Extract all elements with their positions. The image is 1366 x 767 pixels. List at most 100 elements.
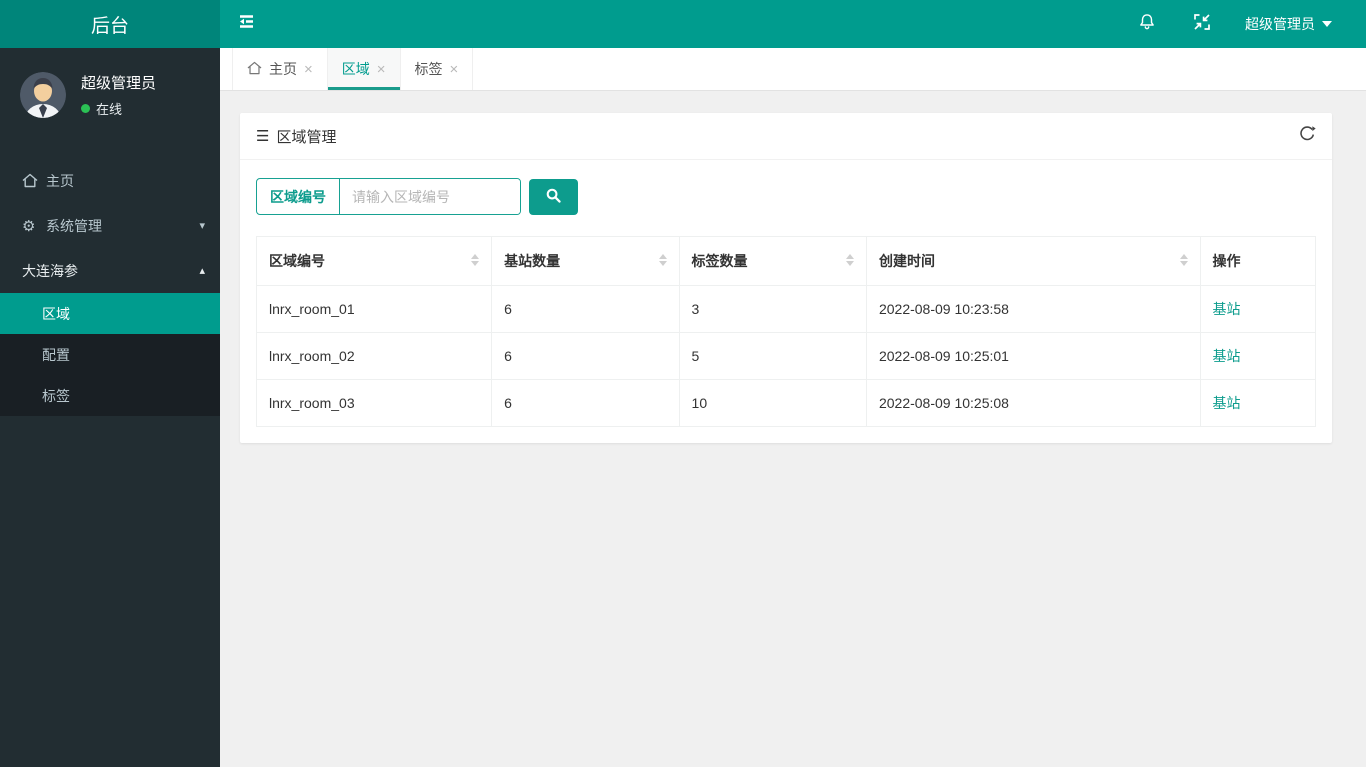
panel-title: 区域管理: [276, 128, 337, 146]
tab-label: 主页: [269, 61, 297, 77]
search-button[interactable]: [529, 178, 578, 215]
sidebar-item-label: 主页: [46, 172, 74, 189]
column-label: 操作: [1212, 253, 1241, 269]
sidebar-item-label: 配置: [42, 346, 70, 363]
regions-table: 区域编号 基站数量 标签数量 创建时间 操作 lnrx_room_01 6 3 …: [255, 236, 1317, 427]
search-field-label: 区域编号: [257, 179, 340, 214]
user-menu-label: 超级管理员: [1245, 16, 1315, 32]
user-name: 超级管理员: [81, 75, 157, 92]
sort-icon[interactable]: [1179, 254, 1188, 266]
sort-icon[interactable]: [658, 254, 667, 266]
sidebar-menu: 主页 ⚙ 系统管理 ▾ 大连海参 ▴ 区域 配置 标签: [0, 158, 220, 416]
column-label: 区域编号: [269, 253, 325, 269]
outdent-icon: [237, 12, 256, 36]
column-header-base-stations[interactable]: 基站数量: [491, 236, 680, 286]
sidebar-submenu: 区域 配置 标签: [0, 293, 220, 416]
sidebar-item-home[interactable]: 主页: [0, 158, 220, 203]
cell-created-at: 2022-08-09 10:25:08: [865, 379, 1201, 427]
home-icon: [247, 61, 262, 78]
fullscreen-button[interactable]: [1179, 0, 1225, 48]
base-station-link[interactable]: 基站: [1213, 395, 1241, 411]
home-icon: [22, 173, 46, 188]
navbar-right: 超级管理员: [1123, 0, 1366, 48]
region-id-input[interactable]: [340, 179, 520, 214]
top-navbar: 后台 超级管理员: [0, 0, 1366, 48]
bell-icon: [1137, 12, 1157, 37]
column-header-created-at[interactable]: 创建时间: [865, 236, 1201, 286]
sidebar: 超级管理员 在线 主页 ⚙ 系统管理 ▾ 大连海参 ▴ 区域 配置 标签: [0, 48, 220, 767]
column-label: 基站数量: [504, 253, 561, 269]
cell-action: 基站: [1199, 285, 1317, 333]
sidebar-item-dalian[interactable]: 大连海参 ▴: [0, 248, 220, 293]
sort-icon[interactable]: [845, 254, 854, 266]
sidebar-item-label: 系统管理: [46, 217, 102, 234]
refresh-button[interactable]: [1297, 124, 1316, 148]
navbar-main: 超级管理员: [220, 0, 1366, 48]
cell-tag-count: 10: [678, 379, 867, 427]
tab-region[interactable]: 区域 ×: [327, 48, 401, 90]
column-header-action: 操作: [1199, 236, 1317, 286]
sidebar-item-region[interactable]: 区域: [0, 293, 220, 334]
table-wrapper: 区域编号 基站数量 标签数量 创建时间 操作 lnrx_room_01 6 3 …: [240, 231, 1332, 427]
table-body: lnrx_room_01 6 3 2022-08-09 10:23:58 基站 …: [255, 285, 1317, 427]
table-row: lnrx_room_02 6 5 2022-08-09 10:25:01 基站: [255, 332, 1317, 380]
avatar: [20, 72, 66, 118]
close-icon[interactable]: ×: [377, 62, 386, 77]
cell-action: 基站: [1199, 332, 1317, 380]
sidebar-item-tag[interactable]: 标签: [0, 375, 220, 416]
user-menu[interactable]: 超级管理员: [1233, 0, 1338, 48]
cell-base-stations: 6: [491, 332, 680, 380]
notifications-button[interactable]: [1123, 0, 1171, 48]
online-status-label: 在线: [96, 102, 123, 117]
base-station-link[interactable]: 基站: [1213, 301, 1241, 317]
column-label: 标签数量: [691, 253, 748, 269]
app-logo[interactable]: 后台: [0, 0, 220, 48]
tab-label: 区域: [341, 61, 370, 77]
panel-header: ☰ 区域管理: [240, 113, 1332, 160]
search-row: 区域编号: [240, 160, 1332, 231]
cell-region-id: lnrx_room_02: [255, 332, 493, 380]
table-row: lnrx_room_01 6 3 2022-08-09 10:23:58 基站: [255, 285, 1317, 333]
refresh-icon: [1297, 124, 1316, 148]
caret-up-icon: ▴: [199, 265, 205, 277]
user-status: 在线: [81, 99, 156, 118]
online-status-dot: [81, 104, 90, 113]
cell-base-stations: 6: [491, 379, 680, 427]
cell-base-stations: 6: [491, 285, 680, 333]
cell-created-at: 2022-08-09 10:25:01: [865, 332, 1201, 380]
sidebar-user-info: 超级管理员 在线: [81, 72, 156, 118]
cell-region-id: lnrx_room_01: [255, 285, 493, 333]
caret-down-icon: [1322, 21, 1332, 27]
compress-icon: [1193, 13, 1211, 36]
sort-icon[interactable]: [471, 254, 480, 266]
cell-action: 基站: [1199, 379, 1317, 427]
sidebar-item-label: 大连海参: [22, 262, 78, 279]
sidebar-toggle-button[interactable]: [220, 0, 273, 48]
search-group: 区域编号: [256, 178, 521, 215]
region-management-panel: ☰ 区域管理 区域编号 请输入区域编号 区域编号 基站数量 标签数量 创建时间 …: [240, 113, 1332, 443]
table-row: lnrx_room_03 6 10 2022-08-09 10:25:08 基站: [255, 379, 1317, 427]
tab-tag[interactable]: 标签 ×: [401, 48, 474, 90]
close-icon[interactable]: ×: [450, 62, 459, 77]
cell-region-id: lnrx_room_03: [255, 379, 493, 427]
main-content: 主页 × 区域 × 标签 × ☰ 区域管理 区域编号 请输入区域编号 区域编号 …: [220, 48, 1366, 767]
column-header-region-id[interactable]: 区域编号: [255, 236, 493, 286]
tabbar: 主页 × 区域 × 标签 ×: [220, 48, 1366, 91]
sidebar-submenu-container: 区域 配置 标签: [0, 293, 220, 416]
search-icon: [545, 187, 562, 207]
column-label: 创建时间: [878, 253, 935, 269]
sidebar-item-config[interactable]: 配置: [0, 334, 220, 375]
sidebar-item-label: 区域: [42, 305, 70, 322]
sidebar-item-system[interactable]: ⚙ 系统管理 ▾: [0, 203, 220, 248]
column-header-tag-count[interactable]: 标签数量: [678, 236, 867, 286]
table-header-row: 区域编号 基站数量 标签数量 创建时间 操作: [255, 236, 1317, 286]
sidebar-user-panel: 超级管理员 在线: [0, 48, 220, 140]
caret-down-icon: ▾: [199, 220, 205, 232]
base-station-link[interactable]: 基站: [1213, 348, 1241, 364]
tab-home[interactable]: 主页 ×: [232, 48, 328, 90]
cell-tag-count: 5: [678, 332, 867, 380]
close-icon[interactable]: ×: [304, 62, 313, 77]
panel-menu-icon: ☰: [256, 128, 270, 145]
gear-icon: ⚙: [22, 217, 36, 235]
sidebar-item-label: 标签: [42, 387, 70, 404]
